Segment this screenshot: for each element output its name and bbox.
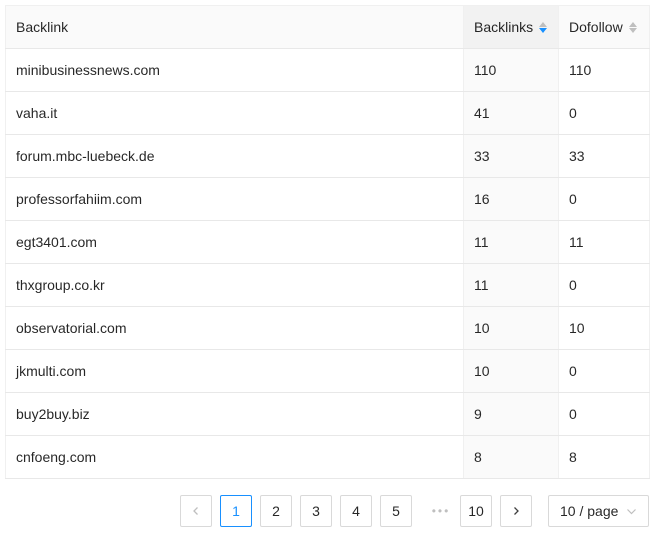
cell-dofollow: 0 (558, 91, 650, 135)
sort-up-icon (628, 21, 637, 27)
table-row: vaha.it 41 0 (5, 91, 650, 135)
cell-domain: cnfoeng.com (5, 435, 464, 479)
page-button-10[interactable]: 10 (460, 495, 492, 527)
page-button-1[interactable]: 1 (220, 495, 252, 527)
cell-backlinks: 110 (463, 48, 559, 92)
column-header-label: Backlinks (474, 19, 534, 35)
backlinks-table: Backlink Backlinks Dofollow minibusiness… (5, 5, 650, 479)
table-row: cnfoeng.com 8 8 (5, 435, 650, 479)
cell-domain: professorfahiim.com (5, 177, 464, 221)
cell-backlinks: 8 (463, 435, 559, 479)
chevron-down-icon (627, 508, 636, 514)
page-button-3[interactable]: 3 (300, 495, 332, 527)
page-button-2[interactable]: 2 (260, 495, 292, 527)
column-header-backlink: Backlink (5, 5, 464, 49)
cell-domain: observatorial.com (5, 306, 464, 350)
sort-icon[interactable] (539, 21, 548, 33)
cell-backlinks: 16 (463, 177, 559, 221)
sort-up-icon (539, 21, 548, 27)
cell-dofollow: 0 (558, 392, 650, 436)
cell-dofollow: 0 (558, 177, 650, 221)
cell-dofollow: 33 (558, 134, 650, 178)
table-row: egt3401.com 11 11 (5, 220, 650, 264)
cell-domain: vaha.it (5, 91, 464, 135)
cell-backlinks: 10 (463, 349, 559, 393)
cell-backlinks: 9 (463, 392, 559, 436)
prev-page-button[interactable] (180, 495, 212, 527)
cell-backlinks: 33 (463, 134, 559, 178)
cell-domain: egt3401.com (5, 220, 464, 264)
page-size-value: 10 / page (560, 503, 619, 519)
table-row: buy2buy.biz 9 0 (5, 392, 650, 436)
cell-backlinks: 41 (463, 91, 559, 135)
sort-down-icon (539, 27, 548, 33)
sort-icon[interactable] (628, 21, 637, 33)
column-header-dofollow[interactable]: Dofollow (558, 5, 650, 49)
cell-dofollow: 0 (558, 263, 650, 307)
cell-domain: buy2buy.biz (5, 392, 464, 436)
sort-down-icon (628, 27, 637, 33)
next-page-button[interactable] (500, 495, 532, 527)
cell-domain: jkmulti.com (5, 349, 464, 393)
cell-dofollow: 8 (558, 435, 650, 479)
cell-domain: thxgroup.co.kr (5, 263, 464, 307)
table-row: forum.mbc-luebeck.de 33 33 (5, 134, 650, 178)
cell-domain: minibusinessnews.com (5, 48, 464, 92)
cell-dofollow: 110 (558, 48, 650, 92)
jump-next-ellipsis[interactable]: ••• (425, 495, 457, 527)
chevron-right-icon (514, 507, 519, 515)
cell-backlinks: 11 (463, 263, 559, 307)
cell-dofollow: 10 (558, 306, 650, 350)
column-header-label: Dofollow (569, 19, 623, 35)
cell-dofollow: 11 (558, 220, 650, 264)
cell-dofollow: 0 (558, 349, 650, 393)
chevron-left-icon (193, 507, 198, 515)
column-header-label: Backlink (16, 19, 69, 35)
table-row: thxgroup.co.kr 11 0 (5, 263, 650, 307)
table-row: jkmulti.com 10 0 (5, 349, 650, 393)
page-button-5[interactable]: 5 (380, 495, 412, 527)
page-size-select[interactable]: 10 / page (548, 495, 649, 527)
table-row: minibusinessnews.com 110 110 (5, 48, 650, 92)
cell-backlinks: 11 (463, 220, 559, 264)
cell-backlinks: 10 (463, 306, 559, 350)
column-header-backlinks[interactable]: Backlinks (463, 5, 559, 49)
page-button-4[interactable]: 4 (340, 495, 372, 527)
cell-domain: forum.mbc-luebeck.de (5, 134, 464, 178)
table-row: observatorial.com 10 10 (5, 306, 650, 350)
table-header-row: Backlink Backlinks Dofollow (5, 5, 650, 49)
table-row: professorfahiim.com 16 0 (5, 177, 650, 221)
